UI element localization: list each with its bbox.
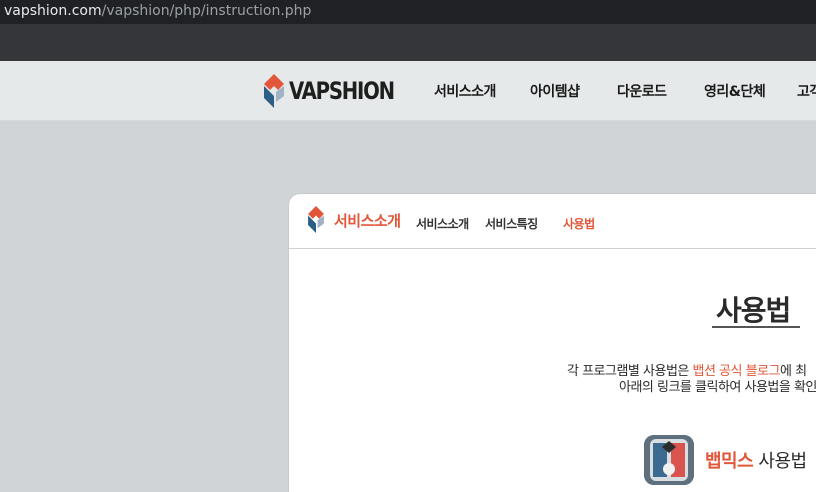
subnav-link-service-features[interactable]: 서비스특징: [485, 215, 538, 232]
vapmix-app-icon[interactable]: [644, 435, 694, 485]
subnav-link-how-to-use[interactable]: 사용법: [563, 215, 595, 232]
site-header: VAPSHION 서비스소개 아이템샵 다운로드 영리&단체 고객: [0, 61, 816, 121]
url-host: vapshion.com: [4, 3, 102, 19]
browser-toolbar-strip: [0, 24, 816, 61]
page-title: 사용법: [716, 294, 791, 327]
sub-navigation: 서비스소개 서비스소개 서비스특징 사용법: [289, 194, 816, 249]
address-bar[interactable]: vapshion.com/vapshion/php/instruction.ph…: [0, 0, 816, 24]
nav-item-customer[interactable]: 고객: [797, 81, 816, 101]
description-line-2: 아래의 링크를 클릭하여 사용법을 확인: [619, 380, 816, 395]
section-title: 서비스소개: [334, 212, 401, 230]
section-logo-icon: [308, 206, 324, 233]
main-nav: 서비스소개 아이템샵 다운로드 영리&단체 고객: [0, 61, 816, 121]
nav-item-download[interactable]: 다운로드: [617, 81, 667, 101]
vapmix-icon: [644, 435, 694, 485]
nav-item-item-shop[interactable]: 아이템샵: [530, 81, 580, 101]
app-name: 뱁믹스: [705, 451, 754, 472]
url-path: /vapshion/php/instruction.php: [101, 3, 312, 19]
app-guide-text: 사용법: [753, 451, 807, 472]
vapmix-guide-link[interactable]: 뱁믹스 사용법: [705, 447, 807, 473]
nav-item-service-intro[interactable]: 서비스소개: [434, 81, 496, 101]
nav-item-business[interactable]: 영리&단체: [704, 81, 766, 101]
content-card: 서비스소개 서비스소개 서비스특징 사용법 사용법 각 프로그램별 사용법은 뱁…: [288, 193, 816, 492]
subnav-link-service-intro[interactable]: 서비스소개: [416, 215, 469, 232]
title-underline: [712, 326, 800, 328]
